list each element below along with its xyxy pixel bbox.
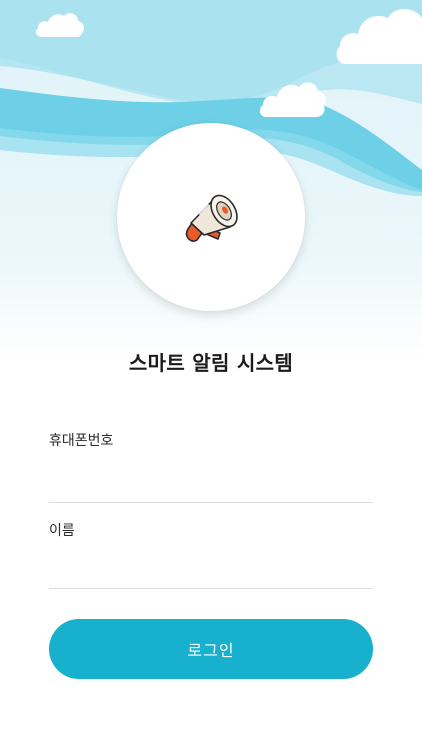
login-button[interactable]: 로그인: [49, 619, 373, 679]
login-screen: 스마트 알림 시스템 휴대폰번호 이름 로그인: [0, 0, 422, 750]
cloud-icon: [35, 13, 85, 37]
phone-label: 휴대폰번호: [49, 433, 114, 449]
name-input[interactable]: [49, 558, 373, 589]
app-title: 스마트 알림 시스템: [128, 351, 294, 375]
phone-input[interactable]: [49, 472, 373, 503]
cloud-icon: [259, 82, 326, 117]
name-label: 이름: [49, 523, 75, 539]
cloud-icon: [336, 9, 422, 64]
megaphone-icon: [185, 194, 238, 242]
